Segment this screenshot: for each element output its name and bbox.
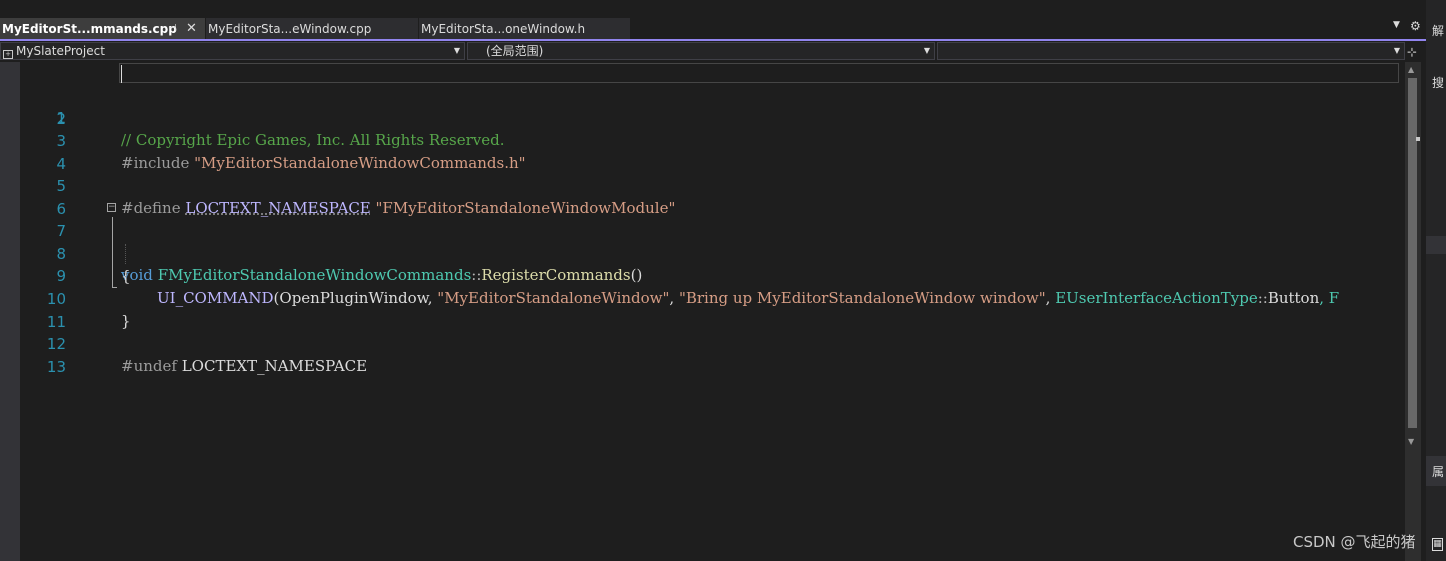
code-line: 8 { [0, 221, 1405, 285]
code-line: 13 [0, 334, 1405, 376]
code-line: 9 UI_COMMAND(OpenPluginWindow, "MyEditor… [0, 243, 1405, 307]
code-line: 4 [0, 131, 1405, 173]
scroll-down-icon[interactable]: ▼ [1408, 437, 1414, 446]
tab-label: MyEditorSta...eWindow.cpp [208, 22, 372, 36]
panel-header-text: 属 [1432, 465, 1445, 479]
tab-window-cpp[interactable]: MyEditorSta...eWindow.cpp [206, 18, 418, 40]
tab-label: MyEditorSt...mmands.cpp [2, 22, 177, 36]
code-line: 10 } [0, 266, 1405, 330]
fold-region-end [112, 287, 117, 288]
right-dock-panel: 解 搜 属 ▦ [1426, 0, 1446, 561]
navigation-bar: + MySlateProject ▼ (全局范围) ▼ ▼ ⊹ [0, 41, 1426, 61]
code-line: 1 // Copyright Epic Games, Inc. All Righ… [0, 63, 1405, 149]
dropdown-icon[interactable]: ▼ [1393, 20, 1400, 30]
fold-region-line [112, 217, 113, 287]
chevron-down-icon: ▼ [1393, 46, 1400, 55]
tab-window-h[interactable]: MyEditorSta...oneWindow.h [419, 18, 630, 40]
gear-icon[interactable]: ⚙ [1410, 19, 1421, 33]
tab-commands-cpp[interactable]: MyEditorSt...mmands.cpp ⊣ ✕ [0, 18, 205, 40]
grid-icon[interactable]: ▦ [1432, 538, 1443, 551]
close-icon[interactable]: ✕ [186, 18, 197, 40]
vertical-scrollbar[interactable]: ▲ ▼ [1405, 62, 1421, 561]
code-line: 2 [0, 86, 1405, 128]
preprocessor-directive: #undef [121, 357, 182, 375]
scroll-marker [1416, 137, 1420, 141]
scope-label: (全局范围) [486, 44, 544, 58]
chevron-down-icon: ▼ [923, 46, 930, 55]
code-line: 7 − void FMyEditorStandaloneWindowComman… [0, 198, 1405, 285]
code-line: 3 #include "MyEditorStandaloneWindowComm… [0, 108, 1405, 172]
code-editor[interactable]: 1 // Copyright Epic Games, Inc. All Righ… [0, 62, 1405, 561]
member-dropdown[interactable]: ▼ [937, 42, 1405, 60]
code-line: 5 #define LOCTEXT_NAMESPACE "FMyEditorSt… [0, 153, 1405, 217]
watermark: CSDN @飞起的猪 [1293, 533, 1416, 551]
project-dropdown[interactable]: + MySlateProject ▼ [0, 42, 465, 60]
code-line: 12 #undef LOCTEXT_NAMESPACE [0, 311, 1405, 375]
panel-search-text[interactable]: 搜 [1432, 74, 1444, 91]
macro-reference: LOCTEXT_NAMESPACE [181, 357, 368, 375]
panel-band [1426, 236, 1446, 254]
project-label: MySlateProject [16, 44, 105, 58]
tab-label: MyEditorSta...oneWindow.h [421, 22, 586, 36]
code-line: 11 [0, 289, 1405, 331]
chevron-down-icon: ▼ [453, 46, 460, 55]
indent-guide [125, 244, 126, 264]
scope-dropdown[interactable]: (全局范围) ▼ [467, 42, 935, 60]
line-number: 13 [46, 358, 66, 376]
collapse-icon[interactable]: − [107, 203, 116, 212]
current-line-highlight [119, 63, 1399, 83]
pin-icon[interactable]: ⊣ [168, 18, 177, 40]
document-tab-bar: MyEditorSt...mmands.cpp ⊣ ✕ MyEditorSta.… [0, 0, 1426, 40]
panel-header-text: 解 [1432, 24, 1445, 38]
text-caret [121, 65, 122, 83]
scroll-up-icon[interactable]: ▲ [1408, 65, 1414, 74]
scrollbar-thumb[interactable] [1408, 78, 1417, 428]
code-line: 6 [0, 176, 1405, 218]
project-icon: + [3, 50, 13, 59]
split-icon[interactable]: ⊹ [1407, 42, 1417, 62]
